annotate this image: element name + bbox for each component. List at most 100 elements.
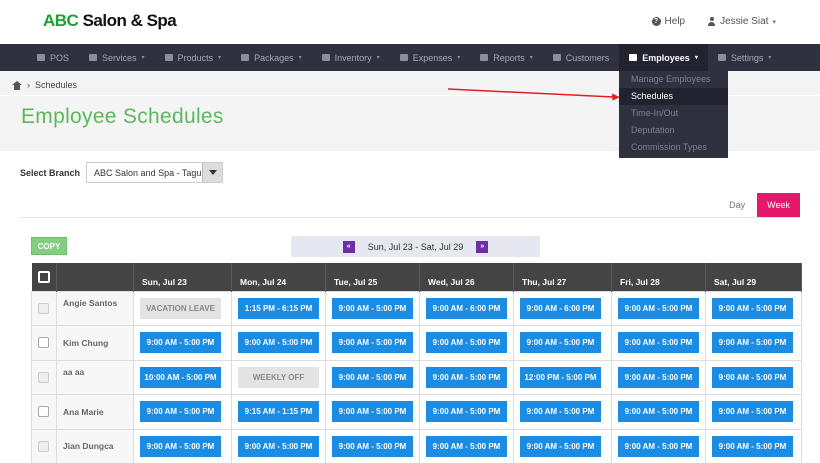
schedule-cell: 10:00 AM - 5:00 PM bbox=[133, 359, 232, 395]
day-view-button[interactable]: Day bbox=[717, 193, 757, 218]
schedule-cell: 9:00 AM - 5:00 PM bbox=[325, 394, 420, 430]
row-checkbox[interactable] bbox=[38, 371, 49, 383]
schedule-slot-button[interactable]: 9:00 AM - 5:00 PM bbox=[712, 366, 793, 388]
week-view-button[interactable]: Week bbox=[757, 193, 800, 218]
chevron-down-icon: ▾ bbox=[376, 55, 380, 61]
row-checkbox[interactable] bbox=[38, 406, 49, 418]
nav-item-customers[interactable]: Customers bbox=[543, 44, 620, 71]
nav-label: Inventory bbox=[334, 52, 372, 63]
schedule-slot-button[interactable]: 9:00 AM - 5:00 PM bbox=[618, 332, 699, 354]
schedule-slot-button[interactable]: 9:00 AM - 5:00 PM bbox=[712, 297, 793, 319]
schedule-slot-button[interactable]: 9:00 AM - 5:00 PM bbox=[520, 435, 601, 457]
briefcase-icon bbox=[629, 54, 638, 61]
schedule-slot-button[interactable]: 9:00 AM - 5:00 PM bbox=[520, 401, 601, 423]
user-menu[interactable]: Jessie Siat ▾ bbox=[707, 16, 776, 27]
schedule-slot-button[interactable]: 9:00 AM - 5:00 PM bbox=[332, 435, 413, 457]
next-week-button[interactable]: » bbox=[476, 240, 489, 253]
help-link[interactable]: ? Help bbox=[651, 16, 685, 27]
chevron-down-icon: ▾ bbox=[141, 55, 145, 61]
nav-item-inventory[interactable]: Inventory ▾ bbox=[312, 44, 390, 71]
dropdown-item-manage-employees[interactable]: Manage Employees bbox=[619, 71, 728, 88]
schedule-cell: 9:00 AM - 5:00 PM bbox=[133, 428, 232, 463]
day-header: Sun, Jul 23 bbox=[133, 263, 232, 291]
tag-icon bbox=[164, 54, 173, 61]
branch-select[interactable]: ABC Salon and Spa - Taguig bbox=[86, 162, 224, 183]
schedule-slot-button[interactable]: 9:00 AM - 5:00 PM bbox=[712, 401, 793, 423]
schedule-slot-button[interactable]: 1:15 PM - 6:15 PM bbox=[238, 297, 319, 319]
schedule-slot-button[interactable]: 9:00 AM - 5:00 PM bbox=[426, 435, 507, 457]
schedule-slot-button[interactable]: 10:00 AM - 5:00 PM bbox=[140, 366, 221, 388]
chevron-down-icon[interactable] bbox=[202, 163, 223, 182]
schedule-slot-button[interactable]: 9:00 AM - 5:00 PM bbox=[140, 401, 221, 423]
schedule-cell: 9:00 AM - 5:00 PM bbox=[705, 428, 802, 463]
nav-label: Employees bbox=[642, 52, 690, 63]
chart-icon bbox=[480, 54, 489, 61]
nav-item-services[interactable]: Services ▾ bbox=[79, 44, 155, 71]
select-all-checkbox[interactable] bbox=[37, 270, 50, 283]
nav-item-expenses[interactable]: Expenses ▾ bbox=[390, 44, 471, 71]
schedule-cell: 9:00 AM - 5:00 PM bbox=[513, 394, 612, 430]
schedule-slot-button[interactable]: 9:00 AM - 5:00 PM bbox=[140, 435, 221, 457]
schedule-slot-button[interactable]: 9:00 AM - 5:00 PM bbox=[712, 332, 793, 354]
pos-icon bbox=[37, 54, 45, 61]
chevron-down-icon: ▾ bbox=[768, 55, 772, 61]
status-badge[interactable]: WEEKLY OFF bbox=[238, 366, 319, 388]
schedule-slot-button[interactable]: 9:00 AM - 5:00 PM bbox=[332, 297, 413, 319]
dropdown-item-schedules[interactable]: Schedules bbox=[619, 88, 728, 105]
schedule-slot-button[interactable]: 9:00 AM - 5:00 PM bbox=[140, 332, 221, 354]
nav-item-pos[interactable]: POS bbox=[27, 44, 79, 71]
row-checkbox[interactable] bbox=[38, 302, 49, 314]
dropdown-item-time-in-out[interactable]: Time-In/Out bbox=[619, 105, 728, 122]
user-icon bbox=[707, 17, 716, 26]
users-icon bbox=[552, 54, 561, 61]
schedule-slot-button[interactable]: 9:00 AM - 5:00 PM bbox=[238, 435, 319, 457]
dropdown-item-deputation[interactable]: Deputation bbox=[619, 122, 728, 139]
row-checkbox[interactable] bbox=[38, 337, 49, 349]
list-icon bbox=[321, 54, 330, 61]
schedule-cell: 9:00 AM - 5:00 PM bbox=[611, 325, 706, 361]
schedule-slot-button[interactable]: 9:00 AM - 5:00 PM bbox=[712, 435, 793, 457]
schedule-slot-button[interactable]: 9:00 AM - 6:00 PM bbox=[520, 297, 601, 319]
schedule-slot-button[interactable]: 9:00 AM - 5:00 PM bbox=[618, 297, 699, 319]
schedule-cell: 1:15 PM - 6:15 PM bbox=[231, 290, 326, 326]
schedule-slot-button[interactable]: 9:00 AM - 5:00 PM bbox=[618, 366, 699, 388]
schedule-cell: 9:00 AM - 5:00 PM bbox=[705, 290, 802, 326]
logo-name: Salon & Spa bbox=[78, 11, 177, 30]
help-icon: ? bbox=[651, 17, 661, 26]
status-badge[interactable]: VACATION LEAVE bbox=[140, 297, 221, 319]
app-logo[interactable]: ABC Salon & Spa bbox=[43, 11, 177, 31]
nav-label: Reports bbox=[493, 52, 525, 63]
home-icon[interactable] bbox=[12, 80, 22, 90]
schedule-slot-button[interactable]: 9:00 AM - 6:00 PM bbox=[426, 297, 507, 319]
schedule-slot-button[interactable]: 9:00 AM - 5:00 PM bbox=[426, 332, 507, 354]
schedule-slot-button[interactable]: 9:00 AM - 5:00 PM bbox=[332, 366, 413, 388]
schedule-cell: 9:00 AM - 5:00 PM bbox=[419, 325, 514, 361]
schedule-cell: VACATION LEAVE bbox=[133, 290, 232, 326]
table-row: aa aa 10:00 AM - 5:00 PM WEEKLY OFF 9:00 AM… bbox=[31, 359, 802, 395]
employee-column-header bbox=[56, 263, 134, 291]
dropdown-item-commission-types[interactable]: Commission Types bbox=[619, 139, 728, 156]
nav-item-reports[interactable]: Reports ▾ bbox=[470, 44, 543, 71]
chevron-down-icon: ▾ bbox=[457, 55, 461, 61]
schedule-slot-button[interactable]: 9:00 AM - 5:00 PM bbox=[618, 401, 699, 423]
schedule-slot-button[interactable]: 9:15 AM - 1:15 PM bbox=[238, 401, 319, 423]
schedule-slot-button[interactable]: 9:00 AM - 5:00 PM bbox=[520, 332, 601, 354]
schedule-slot-button[interactable]: 9:00 AM - 5:00 PM bbox=[618, 435, 699, 457]
nav-item-products[interactable]: Products ▾ bbox=[155, 44, 232, 71]
nav-item-packages[interactable]: Packages ▾ bbox=[231, 44, 312, 71]
schedule-slot-button[interactable]: 9:00 AM - 5:00 PM bbox=[332, 401, 413, 423]
prev-week-button[interactable]: « bbox=[342, 240, 355, 253]
schedule-cell: 9:00 AM - 5:00 PM bbox=[705, 325, 802, 361]
table-row: Kim Chung 9:00 AM - 5:00 PM 9:00 AM - 5:00… bbox=[31, 325, 802, 361]
schedule-cell: 9:00 AM - 5:00 PM bbox=[133, 325, 232, 361]
schedule-cell: 9:00 AM - 5:00 PM bbox=[325, 359, 420, 395]
schedule-slot-button[interactable]: 12:00 PM - 5:00 PM bbox=[520, 366, 601, 388]
schedule-slot-button[interactable]: 9:00 AM - 5:00 PM bbox=[426, 401, 507, 423]
schedule-slot-button[interactable]: 9:00 AM - 5:00 PM bbox=[238, 332, 319, 354]
schedule-slot-button[interactable]: 9:00 AM - 5:00 PM bbox=[426, 366, 507, 388]
schedule-slot-button[interactable]: 9:00 AM - 5:00 PM bbox=[332, 332, 413, 354]
nav-item-employees[interactable]: Employees ▾ bbox=[619, 44, 708, 71]
row-checkbox[interactable] bbox=[38, 440, 49, 452]
nav-item-settings[interactable]: Settings ▾ bbox=[708, 44, 782, 71]
copy-button[interactable]: COPY bbox=[31, 237, 67, 255]
